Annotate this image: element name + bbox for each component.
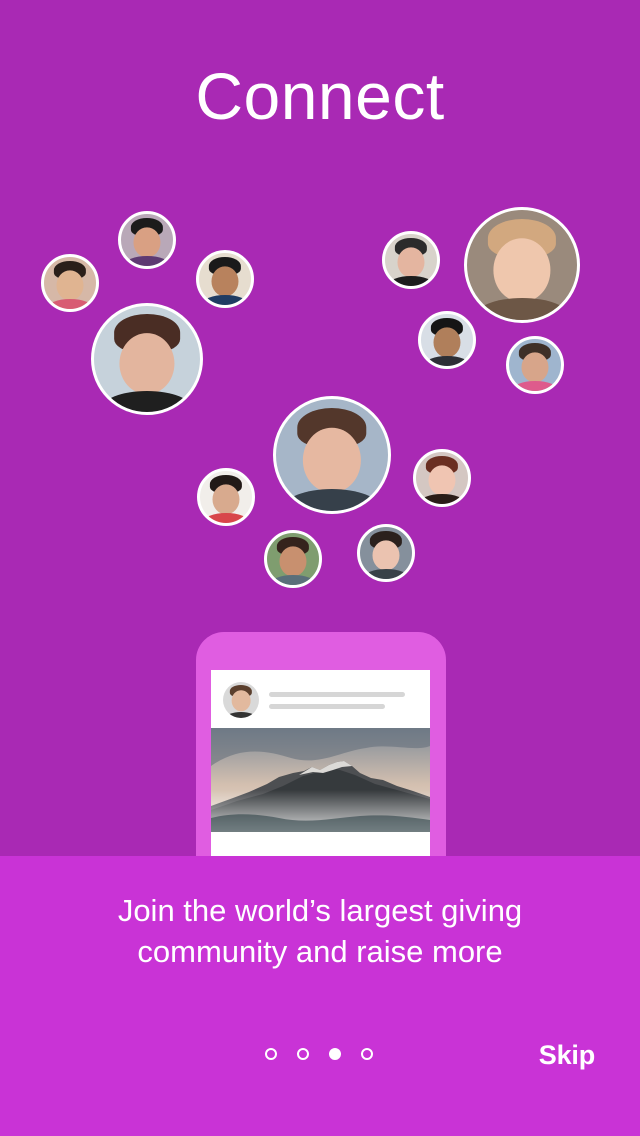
phone-mockup <box>196 632 446 892</box>
avatar-woman-glasses <box>118 211 176 269</box>
page-dot-2[interactable] <box>297 1048 309 1060</box>
page-dot-4[interactable] <box>361 1048 373 1060</box>
avatar-woman-outdoor <box>264 530 322 588</box>
avatar-woman-redhead <box>413 449 471 507</box>
page-title: Connect <box>195 59 445 133</box>
onboarding-panel: Join the world’s largest giving communit… <box>0 856 640 1136</box>
tagline-line-1: Join the world’s largest giving <box>117 893 523 928</box>
tagline: Join the world’s largest giving communit… <box>80 890 560 972</box>
post-subtitle-placeholder <box>269 704 385 709</box>
avatar-woman-blonde-dog <box>464 207 580 323</box>
avatar-young-man <box>357 524 415 582</box>
avatar-man-red-shirt <box>197 468 255 526</box>
avatar-man-dark <box>418 311 476 369</box>
avatar-yoga-person <box>382 231 440 289</box>
post-title-placeholder <box>269 692 405 697</box>
avatar-icon <box>223 682 259 718</box>
skip-button[interactable]: Skip <box>539 1040 595 1071</box>
avatar-woman-dark-hair <box>91 303 203 415</box>
mountain-icon <box>211 728 430 832</box>
avatar-man-beard <box>273 396 391 514</box>
tagline-line-2: community and raise more <box>137 934 503 969</box>
avatar-child-headband <box>41 254 99 312</box>
page-dot-1[interactable] <box>265 1048 277 1060</box>
avatar-man-outdoors <box>506 336 564 394</box>
onboarding-screen: Connect Join the world’s largest giving … <box>0 0 640 1136</box>
page-dot-3[interactable] <box>329 1048 341 1060</box>
avatar-man-young <box>196 250 254 308</box>
page-indicator <box>258 1048 382 1066</box>
